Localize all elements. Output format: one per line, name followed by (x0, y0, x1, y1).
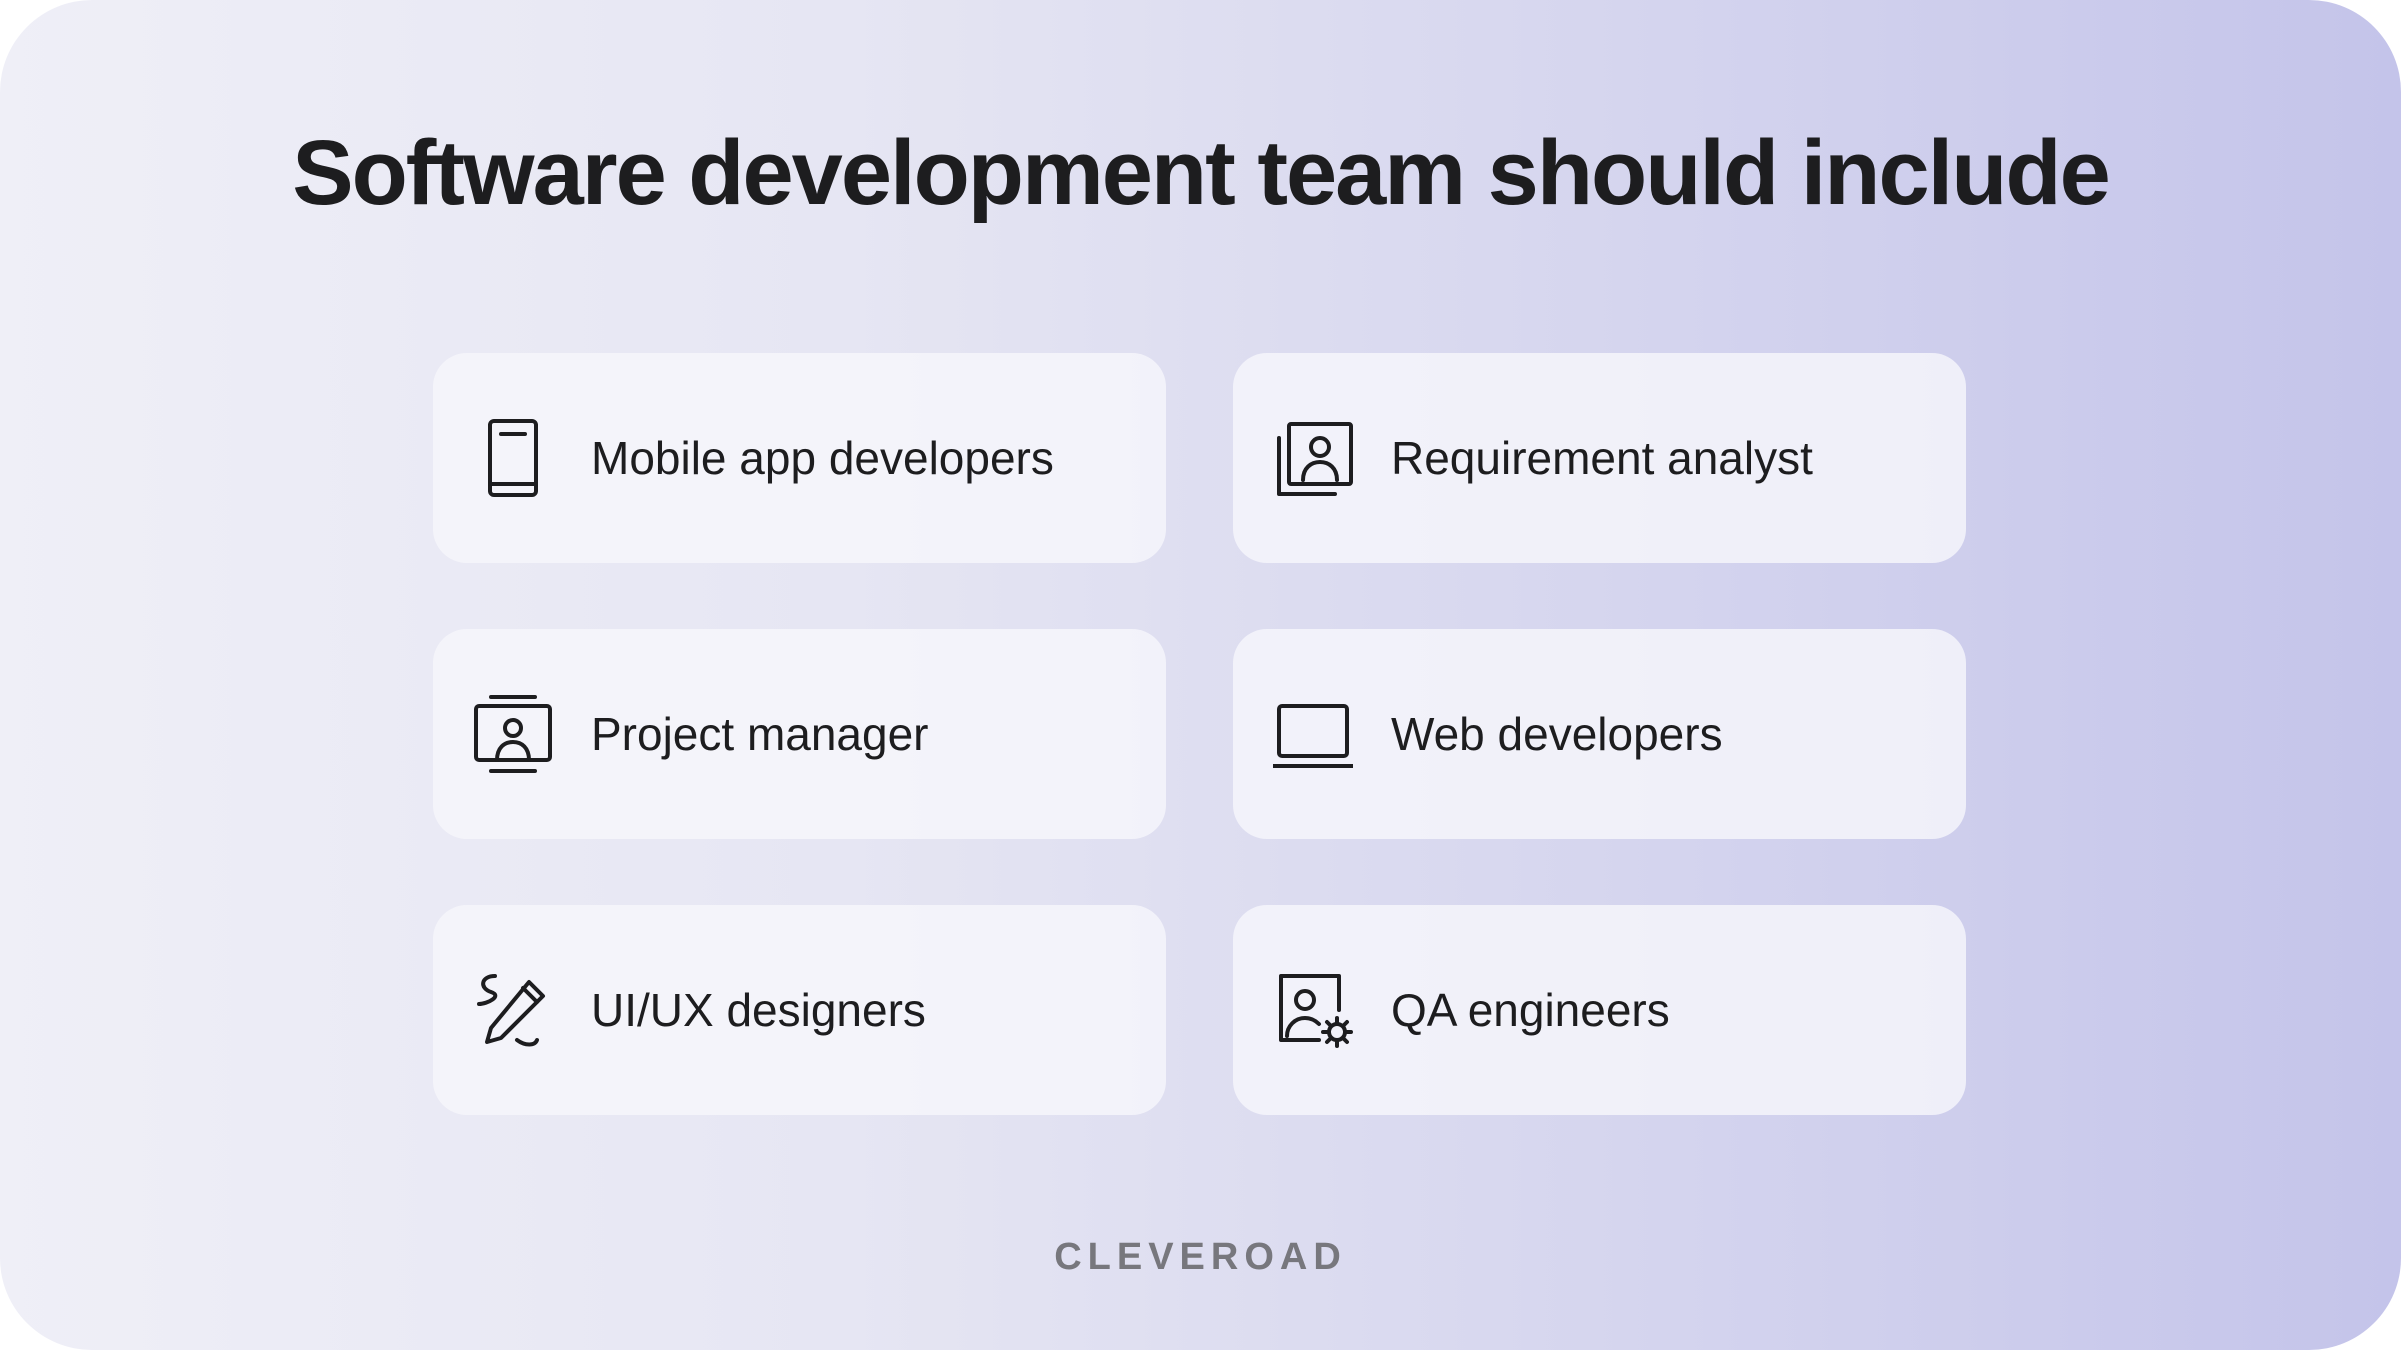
user-settings-gear-icon (1273, 970, 1353, 1050)
card-qa-engineers[interactable]: QA engineers (1233, 905, 1966, 1115)
card-web-developers[interactable]: Web developers (1233, 629, 1966, 839)
user-profile-document-icon (1273, 418, 1353, 498)
card-ui-ux-designers[interactable]: UI/UX designers (433, 905, 1166, 1115)
card-label: UI/UX designers (591, 984, 926, 1036)
presenter-screen-icon (473, 694, 553, 774)
card-label: QA engineers (1391, 984, 1670, 1036)
page-title: Software development team should include (292, 122, 2111, 224)
card-requirement-analyst[interactable]: Requirement analyst (1233, 353, 1966, 563)
card-label: Requirement analyst (1391, 432, 1813, 484)
card-label: Mobile app developers (591, 432, 1054, 484)
brand-logo: CLEVEROAD (1054, 1236, 1347, 1278)
card-label: Project manager (591, 708, 929, 760)
laptop-icon (1273, 694, 1353, 774)
card-label: Web developers (1391, 708, 1723, 760)
pen-squiggle-icon (473, 970, 553, 1050)
slide-canvas: Software development team should include… (0, 0, 2401, 1350)
card-mobile-app-developers[interactable]: Mobile app developers (433, 353, 1166, 563)
mobile-phone-icon (473, 418, 553, 498)
card-project-manager[interactable]: Project manager (433, 629, 1166, 839)
